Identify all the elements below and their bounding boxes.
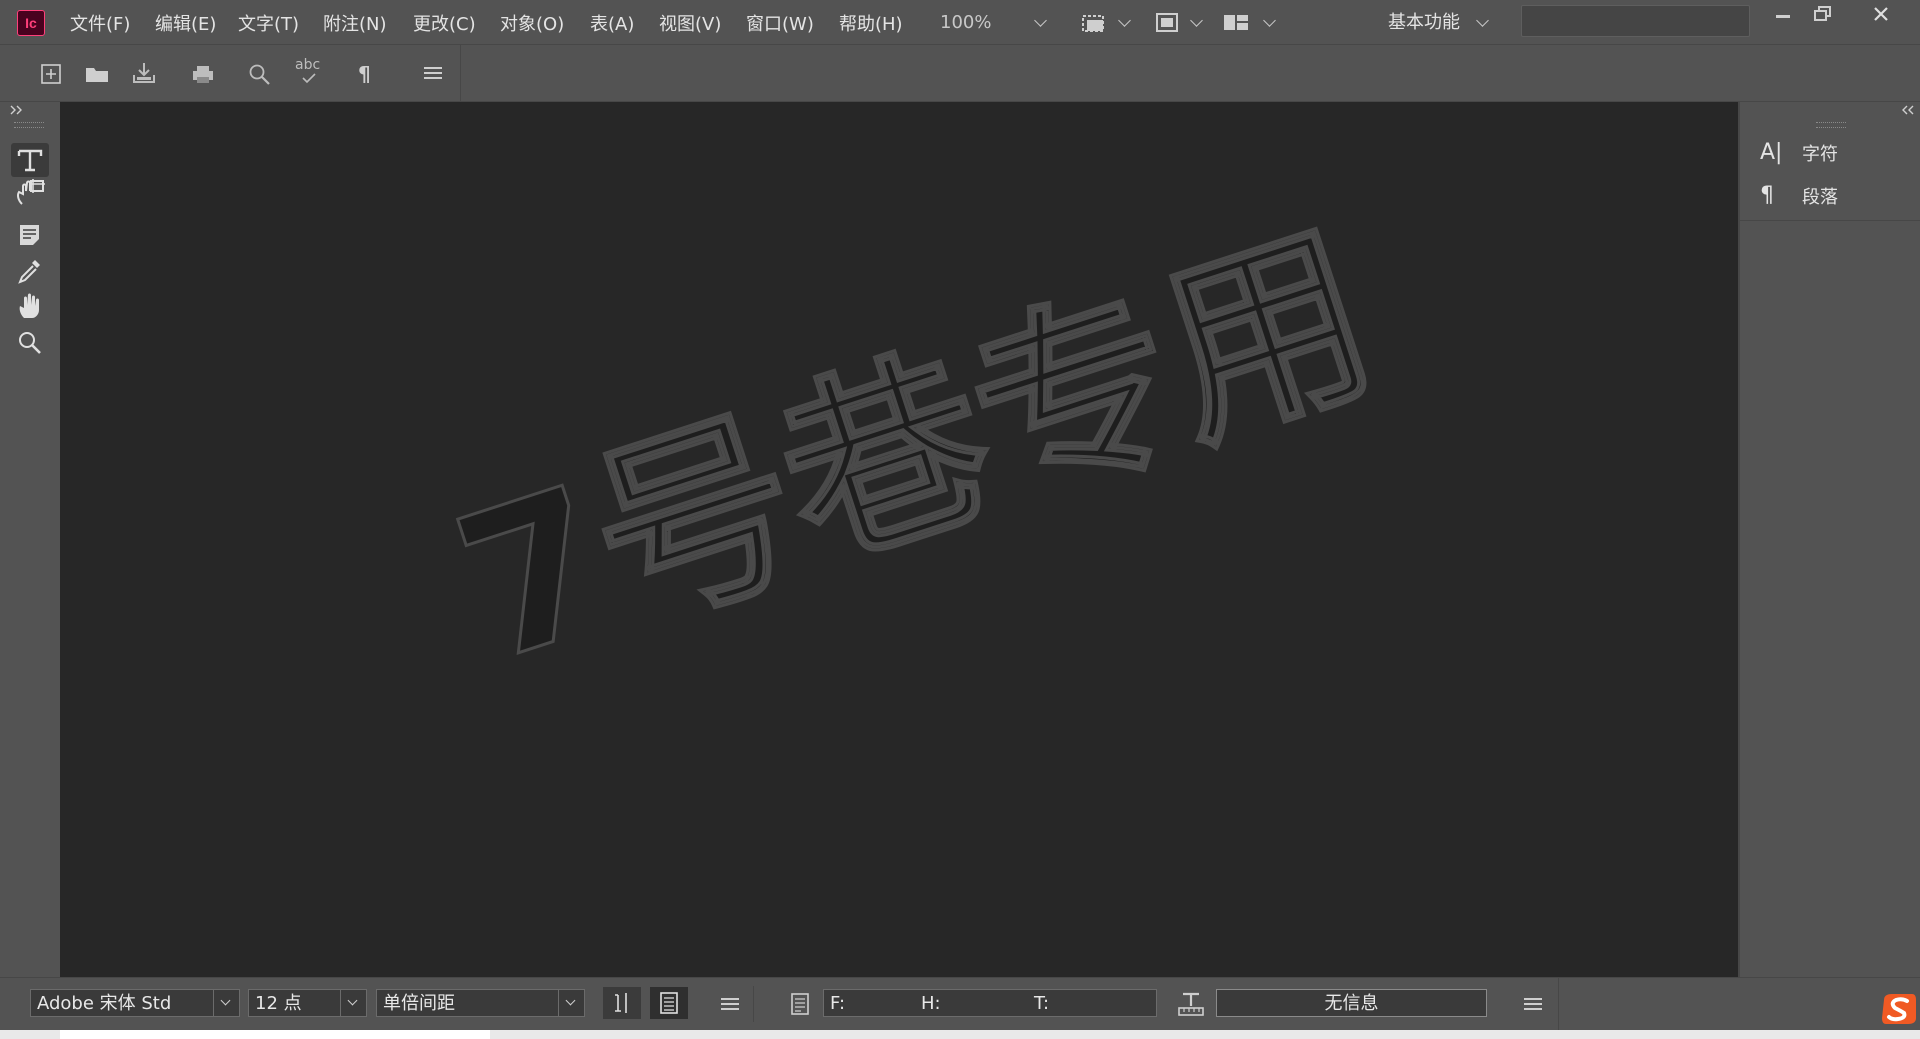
workspace-chevron-down-icon[interactable] — [1476, 14, 1489, 27]
pilcrow-icon[interactable]: ¶ — [358, 62, 371, 86]
font-size-value: 12 点 — [255, 993, 302, 1014]
find-icon[interactable] — [248, 63, 272, 87]
open-folder-icon[interactable] — [84, 63, 110, 85]
paragraph-icon: ¶ — [1760, 183, 1774, 208]
menu-help[interactable]: 帮助(H) — [839, 10, 903, 36]
line-spacing-select[interactable]: 单倍间距 — [376, 989, 585, 1017]
panel-item-paragraph[interactable]: ¶ 段落 — [1760, 183, 1900, 213]
menu-edit[interactable]: 编辑(E) — [155, 10, 216, 36]
zoom-chevron-down-icon[interactable] — [1034, 14, 1047, 27]
text-ruler-icon[interactable] — [1176, 991, 1206, 1017]
line-spacing-value: 单倍间距 — [383, 993, 455, 1014]
status-bar: Adobe 宋体 Std 12 点 单倍间距 F: H: T: 无信息 — [0, 977, 1920, 1031]
menu-object[interactable]: 对象(O) — [500, 10, 564, 36]
f-label: F: — [830, 993, 846, 1014]
zoom-level[interactable]: 100% — [940, 12, 991, 33]
arrange-documents-icon[interactable] — [1222, 11, 1250, 33]
right-panel-grip[interactable] — [1816, 122, 1846, 128]
zoom-tool-icon[interactable] — [17, 330, 43, 356]
menu-file[interactable]: 文件(F) — [70, 10, 130, 36]
line-spacing-chevron-down-icon[interactable] — [558, 990, 585, 1016]
info-menu-icon[interactable] — [1524, 998, 1542, 1010]
menu-bar: Ic 文件(F) 编辑(E) 文字(T) 附注(N) 更改(C) 对象(O) 表… — [0, 0, 1920, 45]
toolbar-menu-icon[interactable] — [424, 67, 442, 79]
t-label: T: — [1034, 993, 1050, 1014]
taskbar-edge — [0, 1030, 1920, 1039]
app-logo: Ic — [17, 10, 45, 36]
menu-window[interactable]: 窗口(W) — [746, 10, 814, 36]
taskbar-edge-highlight — [60, 1030, 490, 1039]
position-tool-icon[interactable] — [14, 178, 46, 206]
panel-item-label: 字符 — [1802, 144, 1838, 165]
hand-tool-icon[interactable] — [16, 292, 44, 320]
layout-view-icon[interactable] — [650, 987, 688, 1019]
eyedropper-tool-icon[interactable] — [17, 257, 43, 285]
info-status: 无信息 — [1216, 989, 1487, 1017]
font-size-select[interactable]: 12 点 — [248, 989, 367, 1017]
new-document-icon[interactable] — [40, 63, 62, 85]
menu-changes[interactable]: 更改(C) — [413, 10, 476, 36]
note-tool-icon[interactable] — [17, 223, 43, 247]
screen-mode-chevron-down-icon[interactable] — [1118, 14, 1131, 27]
font-family-select[interactable]: Adobe 宋体 Std — [30, 989, 240, 1017]
workspace-switcher[interactable]: 基本功能 — [1388, 8, 1460, 34]
font-family-value: Adobe 宋体 Std — [37, 993, 172, 1014]
main-toolbar: abc ¶ — [0, 45, 461, 101]
status-divider-right — [1558, 978, 1559, 1030]
menu-type[interactable]: 文字(T) — [238, 10, 299, 36]
download-icon[interactable] — [131, 61, 157, 85]
ime-sogou-icon[interactable] — [1880, 992, 1918, 1026]
menu-table[interactable]: 表(A) — [590, 10, 634, 36]
menu-view[interactable]: 视图(V) — [659, 10, 721, 36]
screen-mode-icon[interactable] — [1079, 11, 1107, 33]
collapse-panel-icon[interactable] — [1902, 105, 1916, 115]
status-divider — [753, 986, 754, 1022]
watermark-layer: 7号巷专用 — [431, 194, 1399, 709]
view-options-chevron-down-icon[interactable] — [1190, 14, 1203, 27]
menu-notes[interactable]: 附注(N) — [323, 10, 387, 36]
close-icon[interactable] — [1858, 0, 1904, 30]
right-panel: A| 字符 ¶ 段落 — [1738, 102, 1920, 977]
spellcheck-icon[interactable]: abc — [295, 57, 320, 73]
expand-panel-icon[interactable] — [10, 105, 24, 115]
info-status-text: 无信息 — [1324, 993, 1379, 1014]
frame-info-field: F: H: T: — [823, 989, 1157, 1017]
help-search-input[interactable] — [1521, 5, 1750, 37]
type-tool-icon[interactable] — [16, 147, 44, 173]
document-canvas[interactable]: 7号巷专用 — [60, 102, 1738, 977]
restore-icon[interactable] — [1800, 0, 1846, 30]
status-menu-icon[interactable] — [721, 998, 739, 1010]
arrange-chevron-down-icon[interactable] — [1263, 14, 1276, 27]
panel-divider — [1740, 220, 1920, 221]
font-size-chevron-down-icon[interactable] — [340, 990, 367, 1016]
copyfit-icon[interactable] — [789, 991, 811, 1017]
text-direction-icon[interactable] — [603, 987, 641, 1019]
panel-item-label: 段落 — [1802, 187, 1838, 208]
watermark-text: 7号巷专用 — [433, 196, 1398, 708]
character-icon: A| — [1760, 140, 1783, 165]
print-icon[interactable] — [191, 63, 215, 85]
view-options-icon[interactable] — [1153, 11, 1181, 33]
spellcheck-tick-icon — [302, 73, 316, 84]
h-label: H: — [921, 993, 941, 1014]
panel-item-character[interactable]: A| 字符 — [1760, 140, 1900, 170]
panel-grip[interactable] — [14, 122, 44, 128]
font-family-chevron-down-icon[interactable] — [213, 990, 240, 1016]
